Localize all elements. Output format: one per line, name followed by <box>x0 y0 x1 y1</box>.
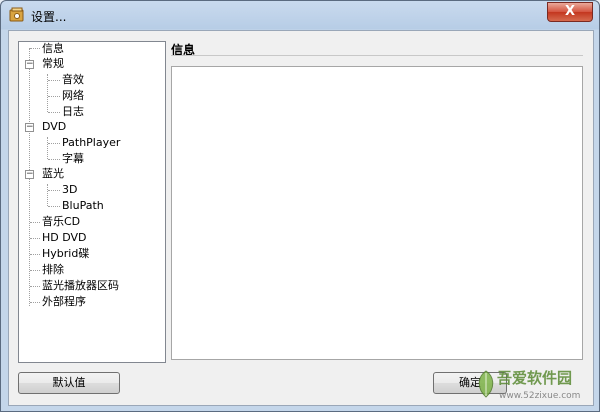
settings-dialog: 设置... X − − − 信息 常规 音效 网络 日志 DVD PathPla… <box>0 0 600 412</box>
tree-connector <box>30 270 40 271</box>
tree-item-pathplayer[interactable]: PathPlayer <box>62 136 120 150</box>
tree-item-hybrid-disc[interactable]: Hybrid碟 <box>42 247 89 261</box>
tree-item-exclusions[interactable]: 排除 <box>42 263 64 277</box>
collapse-icon[interactable]: − <box>25 170 34 179</box>
tree-connector <box>48 190 60 191</box>
info-panel <box>171 66 583 360</box>
tree-connector <box>48 143 60 144</box>
tree-connector <box>30 222 40 223</box>
tree-item-dvd[interactable]: DVD <box>42 120 66 134</box>
tree-item-music-cd[interactable]: 音乐CD <box>42 215 80 229</box>
collapse-icon[interactable]: − <box>25 60 34 69</box>
title-bar[interactable]: 设置... X <box>1 1 599 29</box>
tree-item-region-code[interactable]: 蓝光播放器区码 <box>42 279 119 293</box>
tree-branch-line <box>47 184 48 206</box>
watermark-url: www.52zixue.com <box>499 391 581 401</box>
tree-connector <box>30 48 40 49</box>
tree-connector <box>48 159 60 160</box>
tree-item-info[interactable]: 信息 <box>42 42 64 56</box>
tree-item-general[interactable]: 常规 <box>42 57 64 71</box>
tree-connector <box>30 286 40 287</box>
tree-item-audio[interactable]: 音效 <box>62 73 84 87</box>
tree-connector <box>48 96 60 97</box>
tree-item-subtitles[interactable]: 字幕 <box>62 152 84 166</box>
tree-connector <box>30 254 40 255</box>
tree-item-blupath[interactable]: BluPath <box>62 199 104 213</box>
default-button[interactable]: 默认值 <box>18 372 120 394</box>
tree-item-log[interactable]: 日志 <box>62 105 84 119</box>
tree-connector <box>48 80 60 81</box>
tree-item-network[interactable]: 网络 <box>62 89 84 103</box>
close-button[interactable]: X <box>547 2 593 22</box>
panel-divider <box>171 55 583 56</box>
settings-tree[interactable]: − − − 信息 常规 音效 网络 日志 DVD PathPlayer 字幕 蓝… <box>18 41 166 363</box>
tree-connector <box>30 302 40 303</box>
app-icon <box>9 7 24 22</box>
tree-connector <box>48 206 60 207</box>
collapse-icon[interactable]: − <box>25 123 34 132</box>
tree-item-external-programs[interactable]: 外部程序 <box>42 295 86 309</box>
tree-connector <box>30 238 40 239</box>
close-icon: X <box>564 4 576 19</box>
tree-item-bluray[interactable]: 蓝光 <box>42 167 64 181</box>
tree-item-hd-dvd[interactable]: HD DVD <box>42 231 87 245</box>
tree-connector <box>48 112 60 113</box>
tree-branch-line <box>47 137 48 159</box>
watermark-logo: 吾爱软件园 www.52zixue.com <box>475 363 595 409</box>
tree-item-3d[interactable]: 3D <box>62 183 77 197</box>
dialog-client-area: − − − 信息 常规 音效 网络 日志 DVD PathPlayer 字幕 蓝… <box>8 30 594 406</box>
leaf-icon <box>478 370 494 398</box>
window-title: 设置... <box>31 10 67 24</box>
watermark-name: 吾爱软件园 <box>497 369 573 387</box>
